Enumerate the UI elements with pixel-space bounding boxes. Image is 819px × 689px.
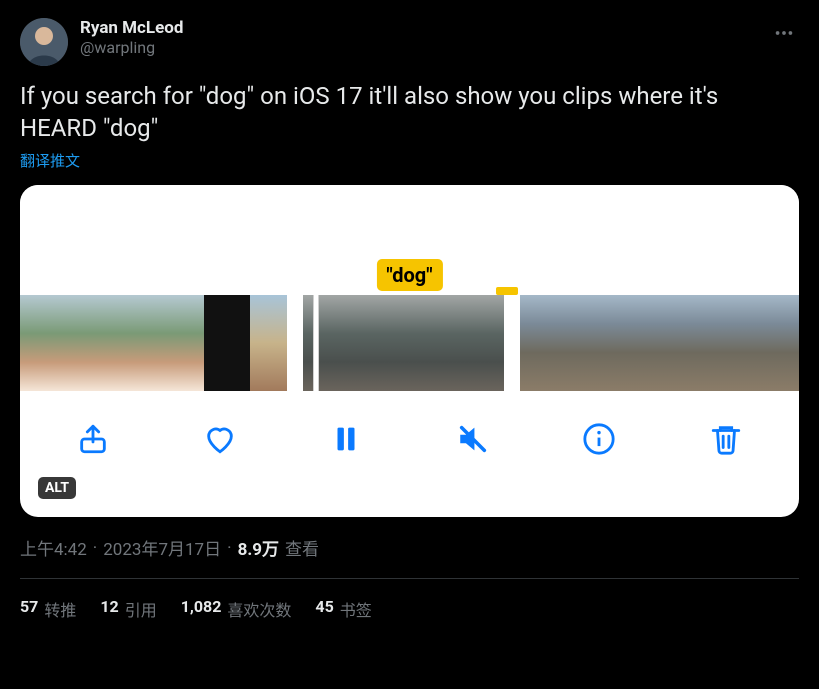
clip-frame	[250, 295, 287, 391]
quotes-stat[interactable]: 12 引用	[100, 597, 156, 621]
share-icon	[76, 422, 110, 456]
clip-group[interactable]	[303, 295, 504, 391]
clip-frame	[664, 295, 712, 391]
timeline-marker	[496, 287, 518, 295]
clip-frame	[712, 295, 760, 391]
stat-count: 57	[20, 597, 38, 621]
display-name: Ryan McLeod	[80, 18, 769, 38]
clip-frame	[568, 295, 616, 391]
trash-icon	[709, 422, 743, 456]
stat-count: 12	[100, 597, 118, 621]
clip-frame	[66, 295, 112, 391]
pause-icon	[329, 422, 363, 456]
clip-frame	[112, 295, 158, 391]
stat-label: 引用	[125, 597, 157, 621]
clip-frame	[204, 295, 250, 391]
media-preview-top: "dog"	[20, 185, 799, 295]
author-names[interactable]: Ryan McLeod @warpling	[80, 18, 769, 58]
separator: ·	[227, 538, 231, 558]
mute-button[interactable]	[450, 416, 496, 462]
like-button[interactable]	[197, 416, 243, 462]
likes-stat[interactable]: 1,082 喜欢次数	[181, 597, 292, 621]
delete-button[interactable]	[703, 416, 749, 462]
pause-button[interactable]	[323, 416, 369, 462]
playhead[interactable]	[313, 295, 319, 391]
caption-pill: "dog"	[376, 259, 442, 291]
clip-frame	[355, 295, 407, 391]
info-button[interactable]	[576, 416, 622, 462]
clip-frame	[760, 295, 799, 391]
clip-frame	[158, 295, 204, 391]
views-label: 查看	[285, 535, 319, 560]
stat-label: 喜欢次数	[227, 597, 291, 621]
handle: @warpling	[80, 38, 769, 58]
clip-group[interactable]	[520, 295, 799, 391]
stat-count: 1,082	[181, 597, 222, 621]
info-icon	[582, 422, 616, 456]
bookmarks-stat[interactable]: 45 书签	[315, 597, 371, 621]
avatar-image	[20, 18, 68, 66]
video-timeline[interactable]	[20, 295, 799, 391]
separator: ·	[93, 538, 97, 558]
clip-frame	[459, 295, 504, 391]
views-count: 8.9万	[238, 535, 279, 560]
clip-frame	[407, 295, 459, 391]
tweet-meta: 上午4:42 · 2023年7月17日 · 8.9万 查看	[20, 535, 799, 560]
clip-group[interactable]	[20, 295, 287, 391]
date[interactable]: 2023年7月17日	[103, 535, 221, 560]
clip-frame	[303, 295, 355, 391]
alt-badge[interactable]: ALT	[38, 477, 76, 499]
clip-frame	[616, 295, 664, 391]
more-icon	[773, 22, 795, 44]
stat-label: 书签	[340, 597, 372, 621]
more-button[interactable]	[769, 18, 799, 48]
tweet-header: Ryan McLeod @warpling	[20, 18, 799, 66]
avatar[interactable]	[20, 18, 68, 66]
stat-label: 转推	[44, 597, 76, 621]
stat-count: 45	[315, 597, 333, 621]
media-toolbar	[20, 391, 799, 487]
translate-link[interactable]: 翻译推文	[20, 150, 799, 171]
retweets-stat[interactable]: 57 转推	[20, 597, 76, 621]
clip-frame	[520, 295, 568, 391]
mute-icon	[456, 422, 490, 456]
tweet-stats: 57 转推 12 引用 1,082 喜欢次数 45 书签	[20, 579, 799, 621]
heart-icon	[203, 422, 237, 456]
clip-frame	[20, 295, 66, 391]
timestamp[interactable]: 上午4:42	[20, 535, 87, 560]
share-button[interactable]	[70, 416, 116, 462]
media-card[interactable]: "dog"	[20, 185, 799, 517]
tweet-text: If you search for "dog" on iOS 17 it'll …	[20, 80, 799, 144]
tweet-container: Ryan McLeod @warpling If you search for …	[0, 0, 819, 621]
